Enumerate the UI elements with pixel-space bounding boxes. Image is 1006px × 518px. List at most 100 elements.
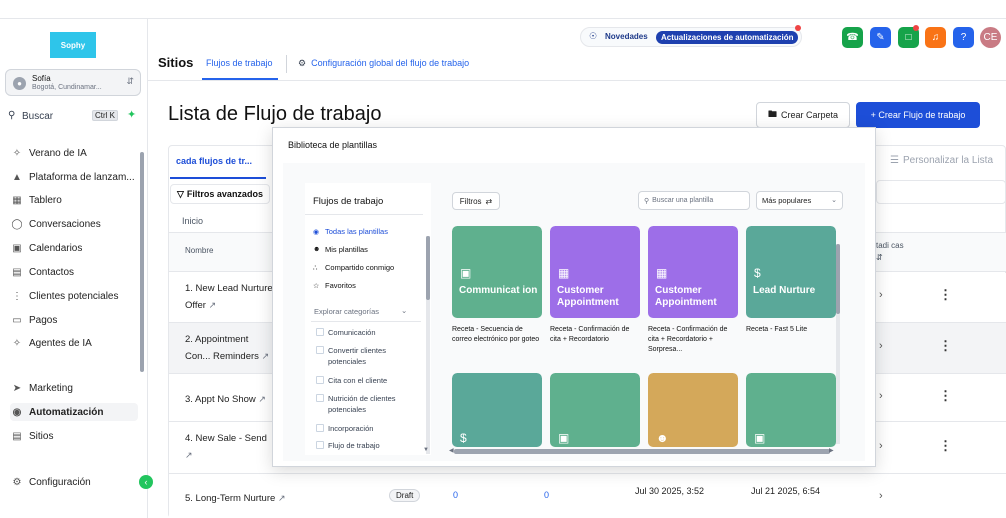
sidebar-item-payments[interactable]: ▭ Pagos xyxy=(10,311,138,329)
sidebar-scrollbar[interactable] xyxy=(140,152,144,372)
chevron-right-icon[interactable]: › xyxy=(879,289,883,301)
more-options-icon[interactable]: ⋮ xyxy=(939,438,952,454)
external-link-icon[interactable]: ↗ xyxy=(278,493,286,503)
table-search-input[interactable] xyxy=(876,180,1006,204)
chevron-down-icon[interactable]: ⌄ xyxy=(401,306,407,315)
sidebar-item-conversations[interactable]: ◯ Conversaciones xyxy=(10,215,138,233)
chevron-right-icon[interactable]: › xyxy=(879,440,883,452)
left-panel-scrollbar-thumb[interactable] xyxy=(426,236,430,300)
active-count[interactable]: 0 xyxy=(544,490,549,500)
sidebar-item-dashboard[interactable]: ▦ Tablero xyxy=(10,191,138,209)
sidebar-item-ai-agents[interactable]: ✧ Agentes de IA xyxy=(10,334,138,352)
sidebar-item-marketing[interactable]: ➤ Marketing xyxy=(10,379,138,397)
ai-sparkle-icon[interactable]: ✦ xyxy=(127,108,136,121)
location-switcher[interactable]: ● Sofía Bogotá, Cundinamar... ⇵ xyxy=(5,69,141,96)
template-card[interactable]: ▣ xyxy=(746,373,836,447)
sidebar-item-label: Automatización xyxy=(29,406,104,418)
create-folder-button[interactable]: 🖿 Crear Carpeta xyxy=(756,102,850,128)
chevron-right-icon[interactable]: › xyxy=(879,490,883,502)
more-options-icon[interactable]: ⋮ xyxy=(939,287,952,303)
tab-workflows[interactable]: Flujos de trabajo xyxy=(206,58,273,68)
chat-icon: ▣ xyxy=(754,431,766,445)
sort-select[interactable]: Más populares ⌄ xyxy=(756,191,843,210)
user-avatar[interactable]: CE xyxy=(980,27,1001,48)
breadcrumb[interactable]: Inicio xyxy=(182,216,203,226)
category-checkbox[interactable] xyxy=(316,328,324,336)
megaphone-button[interactable]: ✎ xyxy=(870,27,891,48)
category-checkbox[interactable] xyxy=(316,441,324,449)
explore-categories-heading[interactable]: Explorar categorías xyxy=(314,307,379,316)
workflow-name[interactable]: 4. New Sale - Send ↗ xyxy=(185,431,273,464)
chevron-right-icon[interactable]: › xyxy=(879,340,883,352)
external-link-icon[interactable]: ↗ xyxy=(258,394,266,404)
template-card[interactable]: ▦ Customer Appointment Receta - Confirma… xyxy=(648,226,738,361)
sidebar-item-verano-ia[interactable]: ✧ Verano de IA xyxy=(10,144,138,162)
sidebar-item-leads[interactable]: ⋮ Clientes potenciales xyxy=(10,287,138,305)
brand-logo[interactable]: Sophy xyxy=(50,32,96,58)
sidebar-item-label: Pagos xyxy=(29,314,58,326)
update-badge[interactable]: Actualizaciones de automatización xyxy=(656,31,799,44)
sidebar-item-contacts[interactable]: ▤ Contactos xyxy=(10,263,138,281)
horizontal-scrollbar[interactable] xyxy=(454,449,830,454)
menu-favorites[interactable]: ☆ Favoritos xyxy=(313,281,356,290)
sidebar-item-sites[interactable]: ▤ Sitios xyxy=(10,427,138,445)
external-link-icon[interactable]: ↗ xyxy=(185,450,193,460)
help-button[interactable]: ? xyxy=(953,27,974,48)
collapse-sidebar-button[interactable]: ‹ xyxy=(139,475,153,489)
workflow-name[interactable]: 3. Appt No Show ↗ xyxy=(185,391,273,408)
tab-all-workflows[interactable]: cada flujos de tr... xyxy=(176,156,252,166)
menu-all-templates[interactable]: ◉ Todas las plantillas xyxy=(313,227,388,236)
external-link-icon[interactable]: ↗ xyxy=(262,351,270,361)
template-card[interactable]: ▣ xyxy=(550,373,640,447)
column-name[interactable]: Nombre xyxy=(185,246,213,255)
template-search-input[interactable]: ⚲ Buscar una plantilla xyxy=(638,191,750,210)
menu-my-templates[interactable]: ☻ Mis plantillas xyxy=(313,245,368,254)
search-placeholder: Buscar una plantilla xyxy=(652,197,714,204)
phone-button[interactable]: ☎ xyxy=(842,27,863,48)
scroll-down-icon[interactable]: ▼ xyxy=(423,447,429,453)
more-options-icon[interactable]: ⋮ xyxy=(939,388,952,404)
cards-scrollbar-thumb[interactable] xyxy=(836,244,840,314)
phone-icon: ☎ xyxy=(846,32,859,43)
template-description: Receta - Confirmación de cita + Recordat… xyxy=(648,326,728,353)
category-checkbox[interactable] xyxy=(316,424,324,432)
star-icon: ☆ xyxy=(313,282,320,290)
sidebar-item-calendars[interactable]: ▣ Calendarios xyxy=(10,239,138,257)
category-checkbox[interactable] xyxy=(316,346,324,354)
chevron-right-icon[interactable]: › xyxy=(879,390,883,402)
sidebar-item-launchpad[interactable]: ▲ Plataforma de lanzam... xyxy=(10,168,138,186)
sidebar-item-automation[interactable]: ◉ Automatización xyxy=(10,403,138,421)
enrolled-count[interactable]: 0 xyxy=(453,490,458,500)
workflow-name[interactable]: 2. Appointment Con... Reminders ↗ xyxy=(185,332,273,365)
template-title: Customer Appointment xyxy=(655,285,717,308)
menu-shared-with-me[interactable]: ∴ Compartido conmigo xyxy=(313,263,394,272)
tab-active-underline xyxy=(170,177,266,179)
sidebar-search[interactable]: ⚲ Buscar Ctrl K ✦ xyxy=(6,108,142,124)
advanced-filters-button[interactable]: ▽ Filtros avanzados xyxy=(170,184,270,204)
notifications-button[interactable]: ♫ xyxy=(925,27,946,48)
workflow-name[interactable]: 1. New Lead Nurture Offer ↗ xyxy=(185,281,273,314)
table-row[interactable]: 5. Long-Term Nurture ↗ Draft 0 0 Jul 30 … xyxy=(169,474,1006,518)
category-checkbox[interactable] xyxy=(316,376,324,384)
category-checkbox[interactable] xyxy=(316,394,324,402)
scroll-right-icon[interactable]: ▶ xyxy=(829,447,834,454)
customize-list-button[interactable]: ☰ Personalizar la Lista xyxy=(890,155,993,166)
column-stats-label: tadi cas xyxy=(876,241,904,250)
customize-list-label: Personalizar la Lista xyxy=(902,155,994,166)
create-workflow-button[interactable]: + Crear Flujo de trabajo xyxy=(856,102,980,128)
workflow-name[interactable]: 5. Long-Term Nurture ↗ xyxy=(185,490,385,507)
scroll-left-icon[interactable]: ◀ xyxy=(449,447,454,454)
column-stats[interactable]: tadi cas ⇵ xyxy=(876,240,906,264)
external-link-icon[interactable]: ↗ xyxy=(209,300,217,310)
more-options-icon[interactable]: ⋮ xyxy=(939,338,952,354)
template-card[interactable]: ▣ Communicat ion Receta - Secuencia de c… xyxy=(452,226,542,361)
news-pill[interactable]: ☉ Novedades Actualizaciones de automatiz… xyxy=(580,27,802,47)
template-card[interactable]: ▦ Customer Appointment Receta - Confirma… xyxy=(550,226,640,361)
template-card[interactable]: $ xyxy=(452,373,542,447)
template-card[interactable]: ☻ xyxy=(648,373,738,447)
sidebar-item-settings[interactable]: ⚙ Configuración xyxy=(10,473,138,491)
modal-filters-button[interactable]: Filtros ⇄ xyxy=(452,192,500,210)
tab-global-config[interactable]: ⚙ Configuración global del flujo de traba… xyxy=(298,58,469,69)
sidebar-item-label: Sitios xyxy=(29,430,54,442)
template-card[interactable]: $ Lead Nurture Receta - Fast 5 Lite xyxy=(746,226,836,361)
